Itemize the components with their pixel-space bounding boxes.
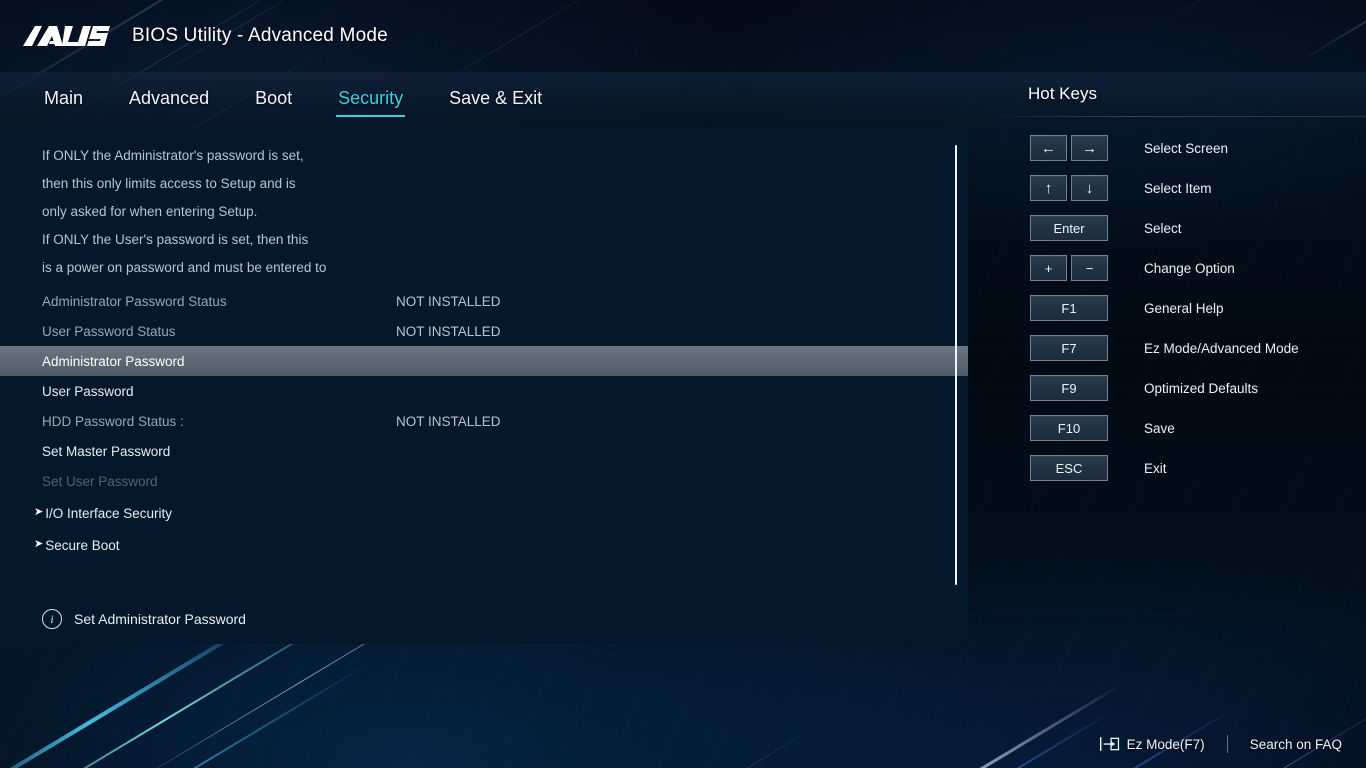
hot-key-description: Save (1144, 420, 1175, 436)
description-line: only asked for when entering Setup. (42, 204, 258, 219)
settings-row-label: Administrator Password (42, 353, 185, 369)
tab-advanced[interactable]: Advanced (127, 84, 211, 117)
settings-row[interactable]: Set Master Password (0, 436, 968, 466)
bios-screen: BIOS Utility - Advanced Mode Main Advance… (0, 0, 1366, 768)
key-cap[interactable]: F7 (1030, 335, 1108, 361)
key-cap[interactable]: F10 (1030, 415, 1108, 441)
settings-row-value: NOT INSTALLED (396, 293, 501, 309)
key-cap[interactable]: + (1030, 255, 1067, 281)
info-circle-icon: i (42, 609, 62, 629)
tab-main[interactable]: Main (42, 84, 85, 117)
hot-key-description: Exit (1144, 460, 1167, 476)
hot-key-row: Enter Select (1000, 208, 1366, 248)
settings-row[interactable]: HDD Password Status : NOT INSTALLED (0, 406, 968, 436)
settings-row[interactable]: User Password Status NOT INSTALLED (0, 316, 968, 346)
description-line: is a power on password and must be enter… (42, 260, 327, 275)
hot-keys-title: Hot Keys (1028, 84, 1097, 103)
key-cap[interactable]: F9 (1030, 375, 1108, 401)
settings-row-label: Set Master Password (42, 443, 171, 459)
hot-keys-divider (1000, 116, 1366, 117)
hot-key-caps: F9 (1030, 375, 1130, 401)
description-line: then this only limits access to Setup an… (42, 176, 296, 191)
hot-key-caps: ↑ ↓ (1030, 175, 1130, 201)
hot-key-description: Select Item (1144, 180, 1212, 196)
hot-key-description: Optimized Defaults (1144, 380, 1259, 396)
submenu-arrow-icon: ➤ (34, 537, 44, 550)
settings-row-label: User Password (42, 383, 134, 399)
settings-row[interactable]: ➤ I/O Interface Security (0, 498, 968, 528)
settings-row-value: NOT INSTALLED (396, 323, 501, 339)
hot-key-row: F10 Save (1000, 408, 1366, 448)
settings-row-label: I/O Interface Security (45, 505, 173, 521)
hot-keys-list: ← → Select Screen ↑ ↓ Select Item Enter Select +… (1000, 104, 1366, 488)
hot-key-row: ↑ ↓ Select Item (1000, 168, 1366, 208)
hot-key-description: Select Screen (1144, 140, 1229, 156)
submenu-arrow-icon: ➤ (34, 505, 44, 518)
hot-key-caps: ← → (1030, 135, 1130, 161)
asus-logo (23, 25, 110, 46)
settings-row-label: User Password Status (42, 323, 176, 339)
hot-key-row: ← → Select Screen (1000, 128, 1366, 168)
settings-row: Set User Password (0, 466, 968, 496)
hot-key-description: Ez Mode/Advanced Mode (1144, 340, 1299, 356)
footer-bar: Ez Mode(F7) Search on FAQ (0, 720, 1366, 768)
settings-row[interactable]: ➤ Secure Boot (0, 530, 968, 560)
header-banner: BIOS Utility - Advanced Mode (0, 0, 1366, 72)
tab-boot[interactable]: Boot (253, 84, 294, 117)
hot-key-description: General Help (1144, 300, 1224, 316)
hot-key-row: + − Change Option (1000, 248, 1366, 288)
info-bar-text: Set Administrator Password (74, 611, 246, 627)
hot-key-description: Change Option (1144, 260, 1235, 276)
hot-key-caps: + − (1030, 255, 1130, 281)
info-bar: i Set Administrator Password (0, 596, 968, 642)
hot-keys-panel: Hot Keys ← → Select Screen ↑ ↓ Select Item Ent… (1000, 72, 1366, 712)
key-cap[interactable]: ← (1030, 135, 1067, 161)
settings-row-label: Administrator Password Status (42, 293, 227, 309)
settings-row[interactable]: Administrator Password (0, 346, 968, 376)
footer-divider (1226, 735, 1228, 753)
settings-row-value: NOT INSTALLED (396, 413, 501, 429)
hot-key-caps: ESC (1030, 455, 1130, 481)
hot-key-row: F1 General Help (1000, 288, 1366, 328)
key-cap[interactable]: ESC (1030, 455, 1108, 481)
hot-key-caps: F1 (1030, 295, 1130, 321)
content-pane: If ONLY the Administrator's password is … (0, 128, 968, 644)
page-title: BIOS Utility - Advanced Mode (132, 25, 388, 46)
search-on-faq-button[interactable]: Search on FAQ (1250, 737, 1342, 752)
settings-row-label: Set User Password (42, 473, 158, 489)
hot-key-row: ESC Exit (1000, 448, 1366, 488)
settings-list: Administrator Password Status NOT INSTALL… (0, 286, 968, 560)
description-line: If ONLY the Administrator's password is … (42, 148, 304, 163)
hot-key-caps: F10 (1030, 415, 1130, 441)
tab-security[interactable]: Security (336, 84, 406, 117)
ez-mode-label: Ez Mode(F7) (1126, 736, 1205, 752)
description-line: If ONLY the User's password is set, then… (42, 232, 309, 247)
ez-mode-button[interactable]: Ez Mode(F7) (1099, 736, 1205, 752)
exit-arrow-icon (1099, 737, 1119, 751)
hot-key-row: F9 Optimized Defaults (1000, 368, 1366, 408)
hot-key-row: F7 Ez Mode/Advanced Mode (1000, 328, 1366, 368)
settings-row-label: HDD Password Status : (42, 413, 184, 429)
settings-row-label: Secure Boot (45, 537, 120, 553)
hot-key-caps: F7 (1030, 335, 1130, 361)
settings-row[interactable]: User Password (0, 376, 968, 406)
tab-save-exit[interactable]: Save & Exit (447, 84, 544, 117)
key-cap[interactable]: F1 (1030, 295, 1108, 321)
hot-key-description: Select (1144, 220, 1182, 236)
key-cap[interactable]: Enter (1030, 215, 1108, 241)
content-scrollbar[interactable] (955, 145, 957, 585)
key-cap[interactable]: ↓ (1071, 175, 1108, 201)
hot-key-caps: Enter (1030, 215, 1130, 241)
security-description: If ONLY the Administrator's password is … (0, 142, 968, 282)
key-cap[interactable]: − (1071, 255, 1108, 281)
key-cap[interactable]: → (1071, 135, 1108, 161)
key-cap[interactable]: ↑ (1030, 175, 1067, 201)
settings-row[interactable]: Administrator Password Status NOT INSTALL… (0, 286, 968, 316)
